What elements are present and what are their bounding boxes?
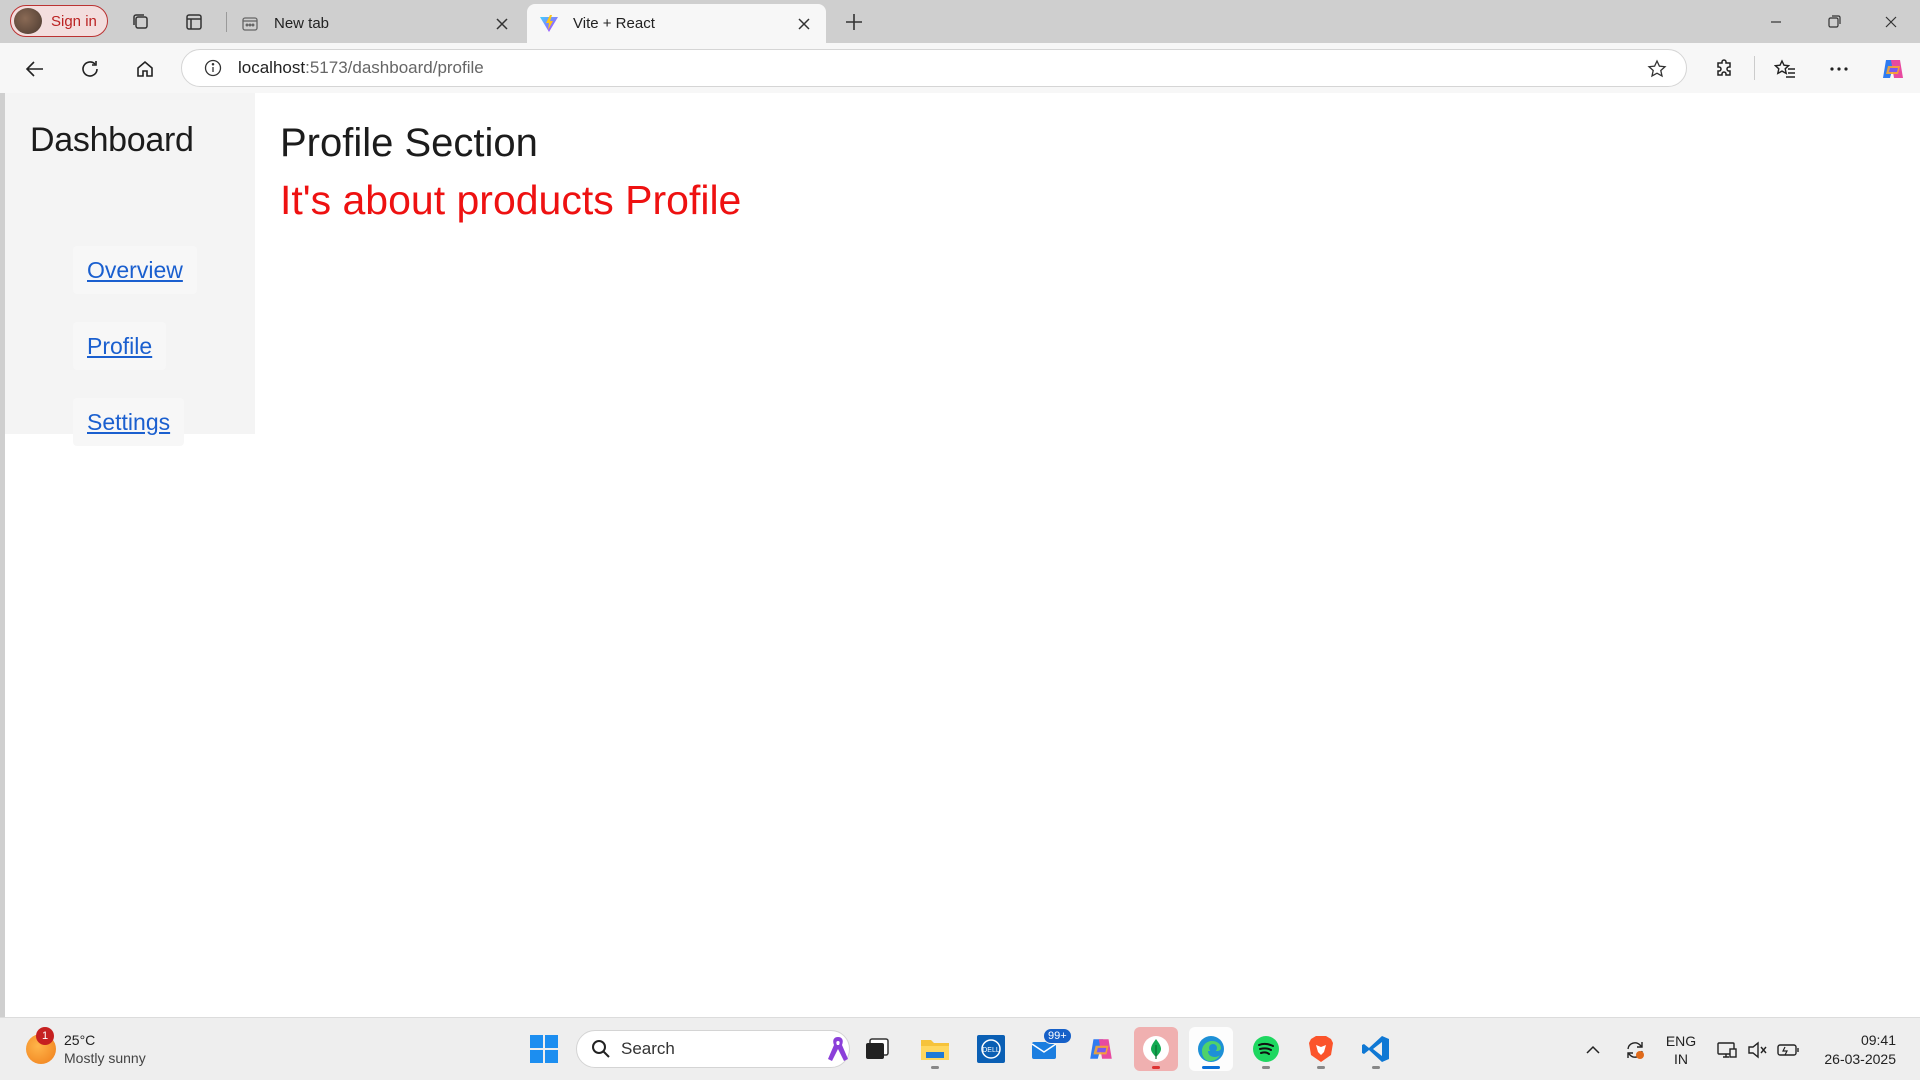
tab-title: New tab [274,15,330,32]
url-path: :5173/dashboard/profile [305,58,484,77]
tab-actions-icon[interactable] [179,7,209,37]
browser-toolbar: localhost:5173/dashboard/profile [0,43,1920,93]
weather-badge: 1 [36,1027,54,1045]
mongodb-compass-icon[interactable] [1134,1027,1178,1071]
tab-strip: Sign in New tab Vite + React [0,0,1920,43]
file-explorer-icon[interactable] [913,1027,957,1071]
url-text: localhost:5173/dashboard/profile [238,58,484,78]
mail-badge: 99+ [1043,1028,1072,1044]
start-button[interactable] [522,1027,566,1071]
weather-widget[interactable]: 1 25°C Mostly sunny [26,1027,146,1067]
clock-time: 09:41 [1860,1032,1896,1048]
network-icon[interactable] [1713,1018,1741,1080]
language-indicator[interactable]: ENG IN [1660,1018,1702,1080]
copilot-app-icon[interactable] [1079,1027,1123,1071]
url-host: localhost [238,58,306,77]
volume-muted-icon[interactable] [1744,1018,1770,1080]
task-view-icon[interactable] [855,1027,899,1071]
svg-text:DELL: DELL [982,1047,1000,1054]
workspaces-icon[interactable] [126,7,156,37]
reload-button[interactable] [73,52,107,86]
site-info-icon[interactable] [202,57,224,79]
extensions-icon[interactable] [1707,52,1741,86]
taskbar: 1 25°C Mostly sunny Search DELL 99+ ENG … [0,1017,1920,1080]
page-viewport: Dashboard Overview Profile Settings Prof… [5,93,1920,1017]
weather-temp: 25°C [64,1032,96,1048]
brave-browser-icon[interactable] [1299,1027,1343,1071]
tab-new-tab[interactable]: New tab [228,4,524,43]
sign-in-label: Sign in [51,12,97,30]
page-title: Profile Section [280,121,538,165]
minimize-button[interactable] [1748,0,1804,43]
awareness-ribbon-icon [828,1037,848,1061]
system-clock[interactable]: 09:41 26-03-2025 [1824,1031,1896,1069]
favorites-icon[interactable] [1768,52,1802,86]
weather-condition: Mostly sunny [64,1050,146,1066]
new-tab-page-icon [240,14,260,34]
close-tab-icon[interactable] [794,14,814,34]
search-icon [592,1040,610,1058]
sync-icon[interactable] [1620,1018,1650,1080]
edge-browser-icon[interactable] [1189,1027,1233,1071]
sidebar-item-profile[interactable]: Profile [73,322,167,370]
back-button[interactable] [18,52,52,86]
sidebar-item-overview[interactable]: Overview [73,246,197,294]
dell-app-icon[interactable]: DELL [969,1027,1013,1071]
sidebar-link-overview[interactable]: Overview [87,257,183,284]
close-tab-icon[interactable] [492,14,512,34]
page-subtitle: It's about products Profile [280,177,742,223]
search-placeholder: Search [621,1039,675,1058]
sidebar: Dashboard Overview Profile Settings [5,93,255,446]
close-window-button[interactable] [1863,0,1919,43]
tab-title: Vite + React [573,15,655,32]
home-button[interactable] [128,52,162,86]
taskbar-search[interactable]: Search [576,1030,850,1068]
copilot-icon[interactable] [1876,52,1910,86]
vite-logo-icon [539,14,559,34]
sign-in-button[interactable]: Sign in [10,5,108,37]
mail-icon[interactable]: 99+ [1024,1027,1072,1071]
vscode-icon[interactable] [1354,1027,1398,1071]
clock-date: 26-03-2025 [1824,1051,1896,1067]
sidebar-item-settings[interactable]: Settings [73,398,185,446]
battery-icon[interactable] [1774,1018,1802,1080]
toolbar-separator [1754,56,1755,80]
favorite-star-icon[interactable] [1646,58,1668,80]
language-code: ENG [1665,1032,1697,1049]
profile-avatar [14,8,42,34]
weather-sun-icon: 1 [26,1027,56,1064]
sidebar-link-profile[interactable]: Profile [87,333,152,360]
sidebar-link-settings[interactable]: Settings [87,409,170,436]
settings-more-icon[interactable] [1822,52,1856,86]
tab-vite-react[interactable]: Vite + React [527,4,826,43]
address-bar[interactable]: localhost:5173/dashboard/profile [181,49,1687,87]
restore-button[interactable] [1806,0,1862,43]
sidebar-title: Dashboard [30,121,194,159]
spotify-icon[interactable] [1244,1027,1288,1071]
show-hidden-icons-chevron-icon[interactable] [1580,1018,1606,1080]
new-tab-button[interactable] [838,6,870,38]
language-region: IN [1674,1050,1688,1067]
tab-divider [226,12,227,32]
